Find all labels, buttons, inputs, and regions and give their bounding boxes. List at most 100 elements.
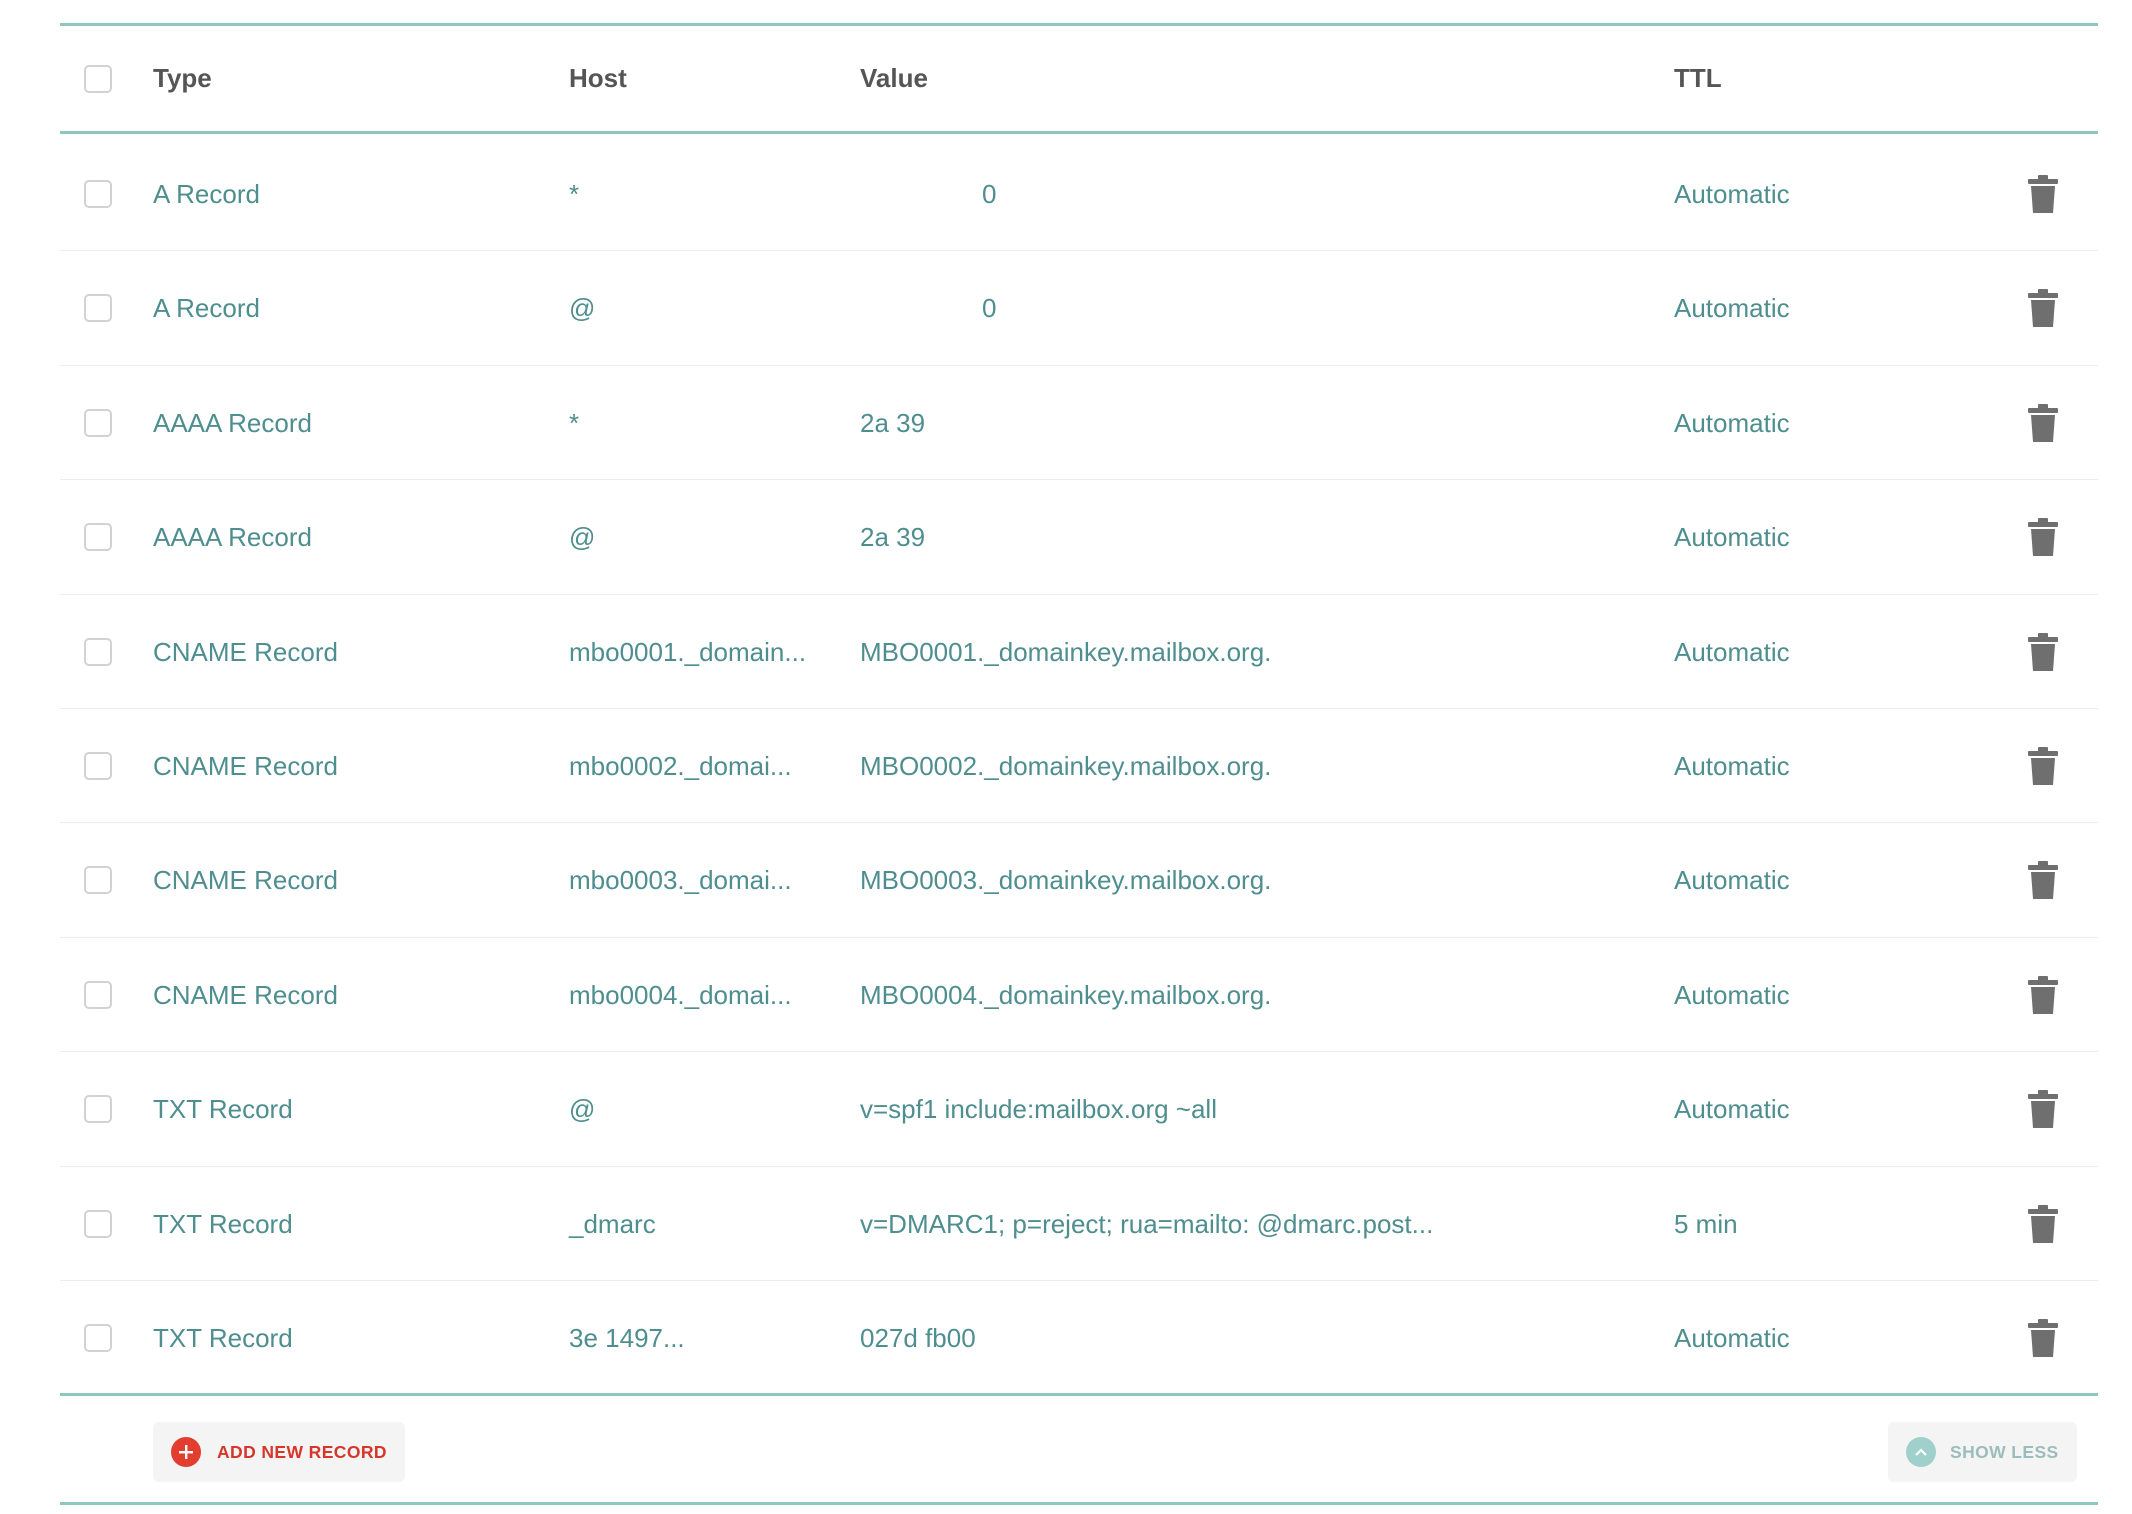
trash-icon bbox=[2028, 518, 2058, 557]
add-new-record-label: ADD NEW RECORD bbox=[217, 1441, 387, 1462]
record-type: TXT Record bbox=[153, 1094, 293, 1125]
record-value: MBO0003._domainkey.mailbox.org. bbox=[860, 865, 1272, 896]
record-type: AAAA Record bbox=[153, 522, 312, 553]
table-row: TXT Record _dmarc v=DMARC1; p=reject; ru… bbox=[60, 1167, 2098, 1281]
delete-button[interactable] bbox=[2028, 823, 2058, 937]
header-type[interactable]: Type bbox=[153, 26, 212, 131]
record-host: _dmarc bbox=[569, 1208, 656, 1239]
record-host: @ bbox=[569, 293, 596, 324]
select-all-checkbox-cell bbox=[84, 26, 112, 131]
select-all-checkbox[interactable] bbox=[84, 64, 112, 93]
header-host[interactable]: Host bbox=[569, 26, 627, 131]
delete-button[interactable] bbox=[2028, 480, 2058, 594]
delete-button[interactable] bbox=[2028, 595, 2058, 709]
record-host: mbo0001._domain... bbox=[569, 636, 807, 667]
records-list: A Record * 0 Automatic A Record @ 0 Auto… bbox=[60, 137, 2098, 1395]
record-ttl: Automatic bbox=[1674, 293, 1790, 324]
table-header: Type Host Value TTL bbox=[60, 26, 2098, 134]
row-checkbox[interactable] bbox=[84, 1095, 112, 1124]
delete-button[interactable] bbox=[2028, 938, 2058, 1052]
trash-icon bbox=[2028, 289, 2058, 328]
table-row: A Record @ 0 Automatic bbox=[60, 251, 2098, 366]
delete-button[interactable] bbox=[2028, 251, 2058, 365]
row-checkbox-cell bbox=[84, 938, 112, 1052]
record-type: CNAME Record bbox=[153, 636, 338, 667]
record-value: 2a 39 bbox=[860, 522, 926, 553]
record-ttl: Automatic bbox=[1674, 1094, 1790, 1125]
add-new-record-button[interactable]: ADD NEW RECORD bbox=[153, 1422, 405, 1482]
record-host: mbo0004._domai... bbox=[569, 979, 792, 1010]
table-row: A Record * 0 Automatic bbox=[60, 137, 2098, 252]
record-ttl: Automatic bbox=[1674, 407, 1790, 438]
row-checkbox-cell bbox=[84, 366, 112, 480]
record-value: MBO0002._domainkey.mailbox.org. bbox=[860, 750, 1272, 781]
record-value: MBO0001._domainkey.mailbox.org. bbox=[860, 636, 1272, 667]
table-row: TXT Record 3e 1497... 027d fb00 Automati… bbox=[60, 1281, 2098, 1395]
trash-icon bbox=[2028, 403, 2058, 442]
row-checkbox-cell bbox=[84, 709, 112, 823]
trash-icon bbox=[2028, 632, 2058, 671]
row-checkbox-cell bbox=[84, 1167, 112, 1281]
table-row: CNAME Record mbo0002._domai... MBO0002._… bbox=[60, 709, 2098, 824]
record-ttl: Automatic bbox=[1674, 179, 1790, 209]
row-checkbox-cell bbox=[84, 480, 112, 594]
trash-icon bbox=[2028, 1318, 2058, 1357]
record-type: A Record bbox=[153, 293, 260, 324]
footer-bottom-divider bbox=[60, 1502, 2098, 1505]
delete-button[interactable] bbox=[2028, 709, 2058, 823]
trash-icon bbox=[2028, 1090, 2058, 1129]
row-checkbox-cell bbox=[84, 251, 112, 365]
record-host: * bbox=[569, 407, 580, 438]
header-value[interactable]: Value bbox=[860, 26, 928, 131]
trash-icon bbox=[2028, 975, 2058, 1014]
trash-icon bbox=[2028, 175, 2058, 213]
row-checkbox-cell bbox=[84, 595, 112, 709]
record-type: TXT Record bbox=[153, 1208, 293, 1239]
table-row: CNAME Record mbo0003._domai... MBO0003._… bbox=[60, 823, 2098, 938]
record-ttl: Automatic bbox=[1674, 750, 1790, 781]
table-footer: ADD NEW RECORD SHOW LESS bbox=[60, 1396, 2098, 1504]
delete-button[interactable] bbox=[2028, 137, 2058, 251]
record-host: @ bbox=[569, 522, 596, 553]
record-ttl: Automatic bbox=[1674, 636, 1790, 667]
row-checkbox-cell bbox=[84, 137, 112, 251]
record-value: v=DMARC1; p=reject; rua=mailto: @dmarc.p… bbox=[860, 1208, 1434, 1239]
table-row: AAAA Record @ 2a 39 Automatic bbox=[60, 480, 2098, 595]
record-host: 3e 1497... bbox=[569, 1322, 685, 1353]
row-checkbox[interactable] bbox=[84, 980, 112, 1009]
record-ttl: Automatic bbox=[1674, 522, 1790, 553]
show-less-button[interactable]: SHOW LESS bbox=[1888, 1422, 2077, 1482]
delete-button[interactable] bbox=[2028, 1281, 2058, 1395]
record-type: AAAA Record bbox=[153, 407, 312, 438]
header-ttl[interactable]: TTL bbox=[1674, 26, 1722, 131]
record-value: v=spf1 include:mailbox.org ~all bbox=[860, 1094, 1217, 1125]
record-type: CNAME Record bbox=[153, 979, 338, 1010]
row-checkbox[interactable] bbox=[84, 1323, 112, 1352]
chevron-up-icon bbox=[1906, 1437, 1936, 1467]
row-checkbox[interactable] bbox=[84, 408, 112, 437]
row-checkbox[interactable] bbox=[84, 523, 112, 552]
row-checkbox[interactable] bbox=[84, 180, 112, 208]
row-checkbox[interactable] bbox=[84, 751, 112, 780]
record-host: * bbox=[569, 179, 580, 209]
record-type: TXT Record bbox=[153, 1322, 293, 1353]
record-host: @ bbox=[569, 1094, 596, 1125]
record-type: CNAME Record bbox=[153, 865, 338, 896]
row-checkbox[interactable] bbox=[84, 1209, 112, 1238]
row-checkbox[interactable] bbox=[84, 866, 112, 895]
record-ttl: Automatic bbox=[1674, 979, 1790, 1010]
delete-button[interactable] bbox=[2028, 1167, 2058, 1281]
record-value: MBO0004._domainkey.mailbox.org. bbox=[860, 979, 1272, 1010]
row-checkbox-cell bbox=[84, 1281, 112, 1395]
delete-button[interactable] bbox=[2028, 366, 2058, 480]
table-row: CNAME Record mbo0004._domai... MBO0004._… bbox=[60, 938, 2098, 1053]
row-checkbox[interactable] bbox=[84, 294, 112, 323]
record-value: 0 bbox=[982, 179, 997, 209]
row-checkbox-cell bbox=[84, 1052, 112, 1166]
plus-circle-icon bbox=[171, 1437, 201, 1467]
row-checkbox[interactable] bbox=[84, 637, 112, 666]
record-host: mbo0003._domai... bbox=[569, 865, 792, 896]
delete-button[interactable] bbox=[2028, 1052, 2058, 1166]
table-row: AAAA Record * 2a 39 Automatic bbox=[60, 366, 2098, 481]
record-value: 0 bbox=[982, 293, 997, 324]
